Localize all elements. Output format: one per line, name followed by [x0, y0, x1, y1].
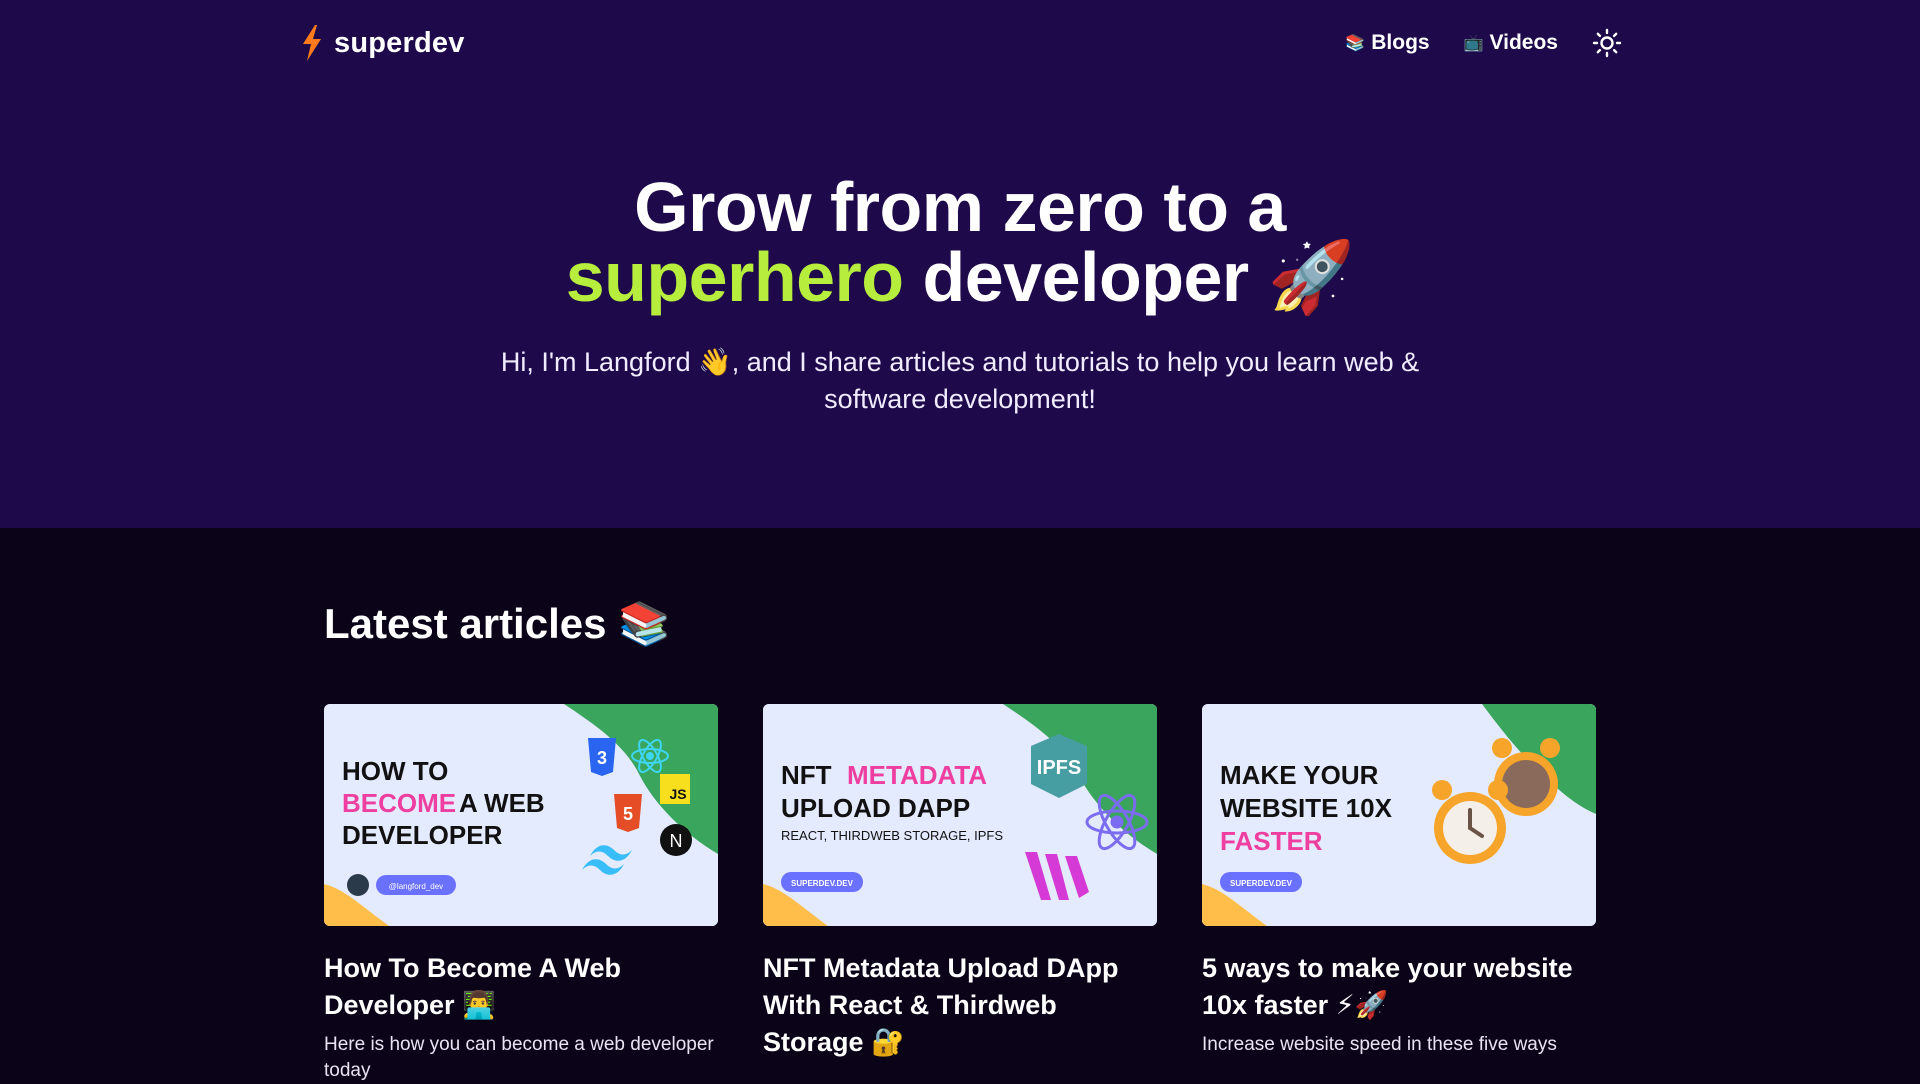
hero-title: Grow from zero to a superhero developer … [0, 172, 1920, 312]
hero-title-line1: Grow from zero to a [634, 168, 1286, 246]
thumb-text-line: UPLOAD DAPP [781, 793, 970, 823]
article-title[interactable]: NFT Metadata Upload DApp With React & Th… [763, 950, 1157, 1061]
js-icon: JS [660, 774, 690, 804]
logo-link[interactable]: superdev [300, 22, 465, 64]
svg-text:5: 5 [623, 804, 633, 824]
nav-blogs-label: Blogs [1371, 31, 1430, 54]
hero-title-line2: superhero developer 🚀 [0, 242, 1920, 312]
thumb-text-line: BECOME [342, 788, 456, 818]
article-card[interactable]: HOW TO BECOME A WEB DEVELOPER @langford_… [324, 704, 718, 1084]
thumb-text-line: METADATA [847, 760, 987, 790]
top-navbar: superdev 📚 Blogs 📺 Videos [300, 22, 1622, 64]
hero-title-accent: superhero [565, 238, 904, 316]
bolt-logo-icon [303, 25, 321, 61]
nav-links: 📚 Blogs 📺 Videos [1345, 22, 1622, 64]
thumb-badge: SUPERDEV.DEV [1230, 879, 1293, 888]
thumb-handle: @langford_dev [389, 882, 443, 891]
thumb-badge: SUPERDEV.DEV [791, 879, 854, 888]
thumb-text-line: HOW TO [342, 756, 448, 786]
article-thumbnail[interactable]: HOW TO BECOME A WEB DEVELOPER @langford_… [324, 704, 718, 926]
hero-subtitle: Hi, I'm Langford 👋, and I share articles… [500, 347, 1420, 414]
thumb-text-line: DEVELOPER [342, 820, 503, 850]
latest-articles-heading: Latest articles 📚 [324, 600, 671, 647]
nav-videos-label: Videos [1489, 31, 1558, 54]
hero-title-rest: developer 🚀 [903, 238, 1355, 316]
article-card[interactable]: MAKE YOUR WEBSITE 10X FASTER SUPERDEV.DE… [1202, 704, 1596, 1058]
books-icon: 📚 [1345, 35, 1366, 52]
avatar [347, 874, 369, 896]
thumb-text-line: FASTER [1220, 826, 1323, 856]
thumb-text-line: WEBSITE 10X [1220, 793, 1393, 823]
thumb-text-line: NFT [781, 760, 832, 790]
article-thumbnail[interactable]: NFT METADATA UPLOAD DAPP REACT, THIRDWEB… [763, 704, 1157, 926]
nav-videos-link[interactable]: 📺 Videos [1464, 31, 1558, 55]
svg-text:IPFS: IPFS [1037, 757, 1081, 779]
svg-text:N: N [670, 831, 683, 851]
css3-icon: 3 [588, 738, 616, 776]
article-title[interactable]: 5 ways to make your website 10x faster ⚡… [1202, 950, 1596, 1024]
thumb-subtitle: REACT, THIRDWEB STORAGE, IPFS [781, 828, 1003, 843]
svg-text:3: 3 [597, 748, 607, 768]
article-description: Increase website speed in these five way… [1202, 1034, 1557, 1055]
nav-blogs-link[interactable]: 📚 Blogs [1345, 31, 1429, 55]
tv-icon: 📺 [1463, 35, 1484, 52]
svg-text:JS: JS [669, 786, 686, 802]
sun-icon[interactable] [1592, 28, 1622, 58]
nextjs-icon: N [660, 824, 692, 856]
logo-text: superdev [334, 26, 465, 59]
html5-icon: 5 [614, 794, 642, 832]
hero-section: superdev 📚 Blogs 📺 Videos Grow from zero… [0, 0, 1920, 528]
article-card[interactable]: NFT METADATA UPLOAD DAPP REACT, THIRDWEB… [763, 704, 1157, 1069]
article-description: Here is how you can become a web develop… [324, 1034, 714, 1081]
thumb-text-line: MAKE YOUR [1220, 760, 1379, 790]
thumb-text-line: A WEB [459, 788, 545, 818]
article-title[interactable]: How To Become A Web Developer 👨‍💻 [324, 950, 718, 1024]
article-thumbnail[interactable]: MAKE YOUR WEBSITE 10X FASTER SUPERDEV.DE… [1202, 704, 1596, 926]
